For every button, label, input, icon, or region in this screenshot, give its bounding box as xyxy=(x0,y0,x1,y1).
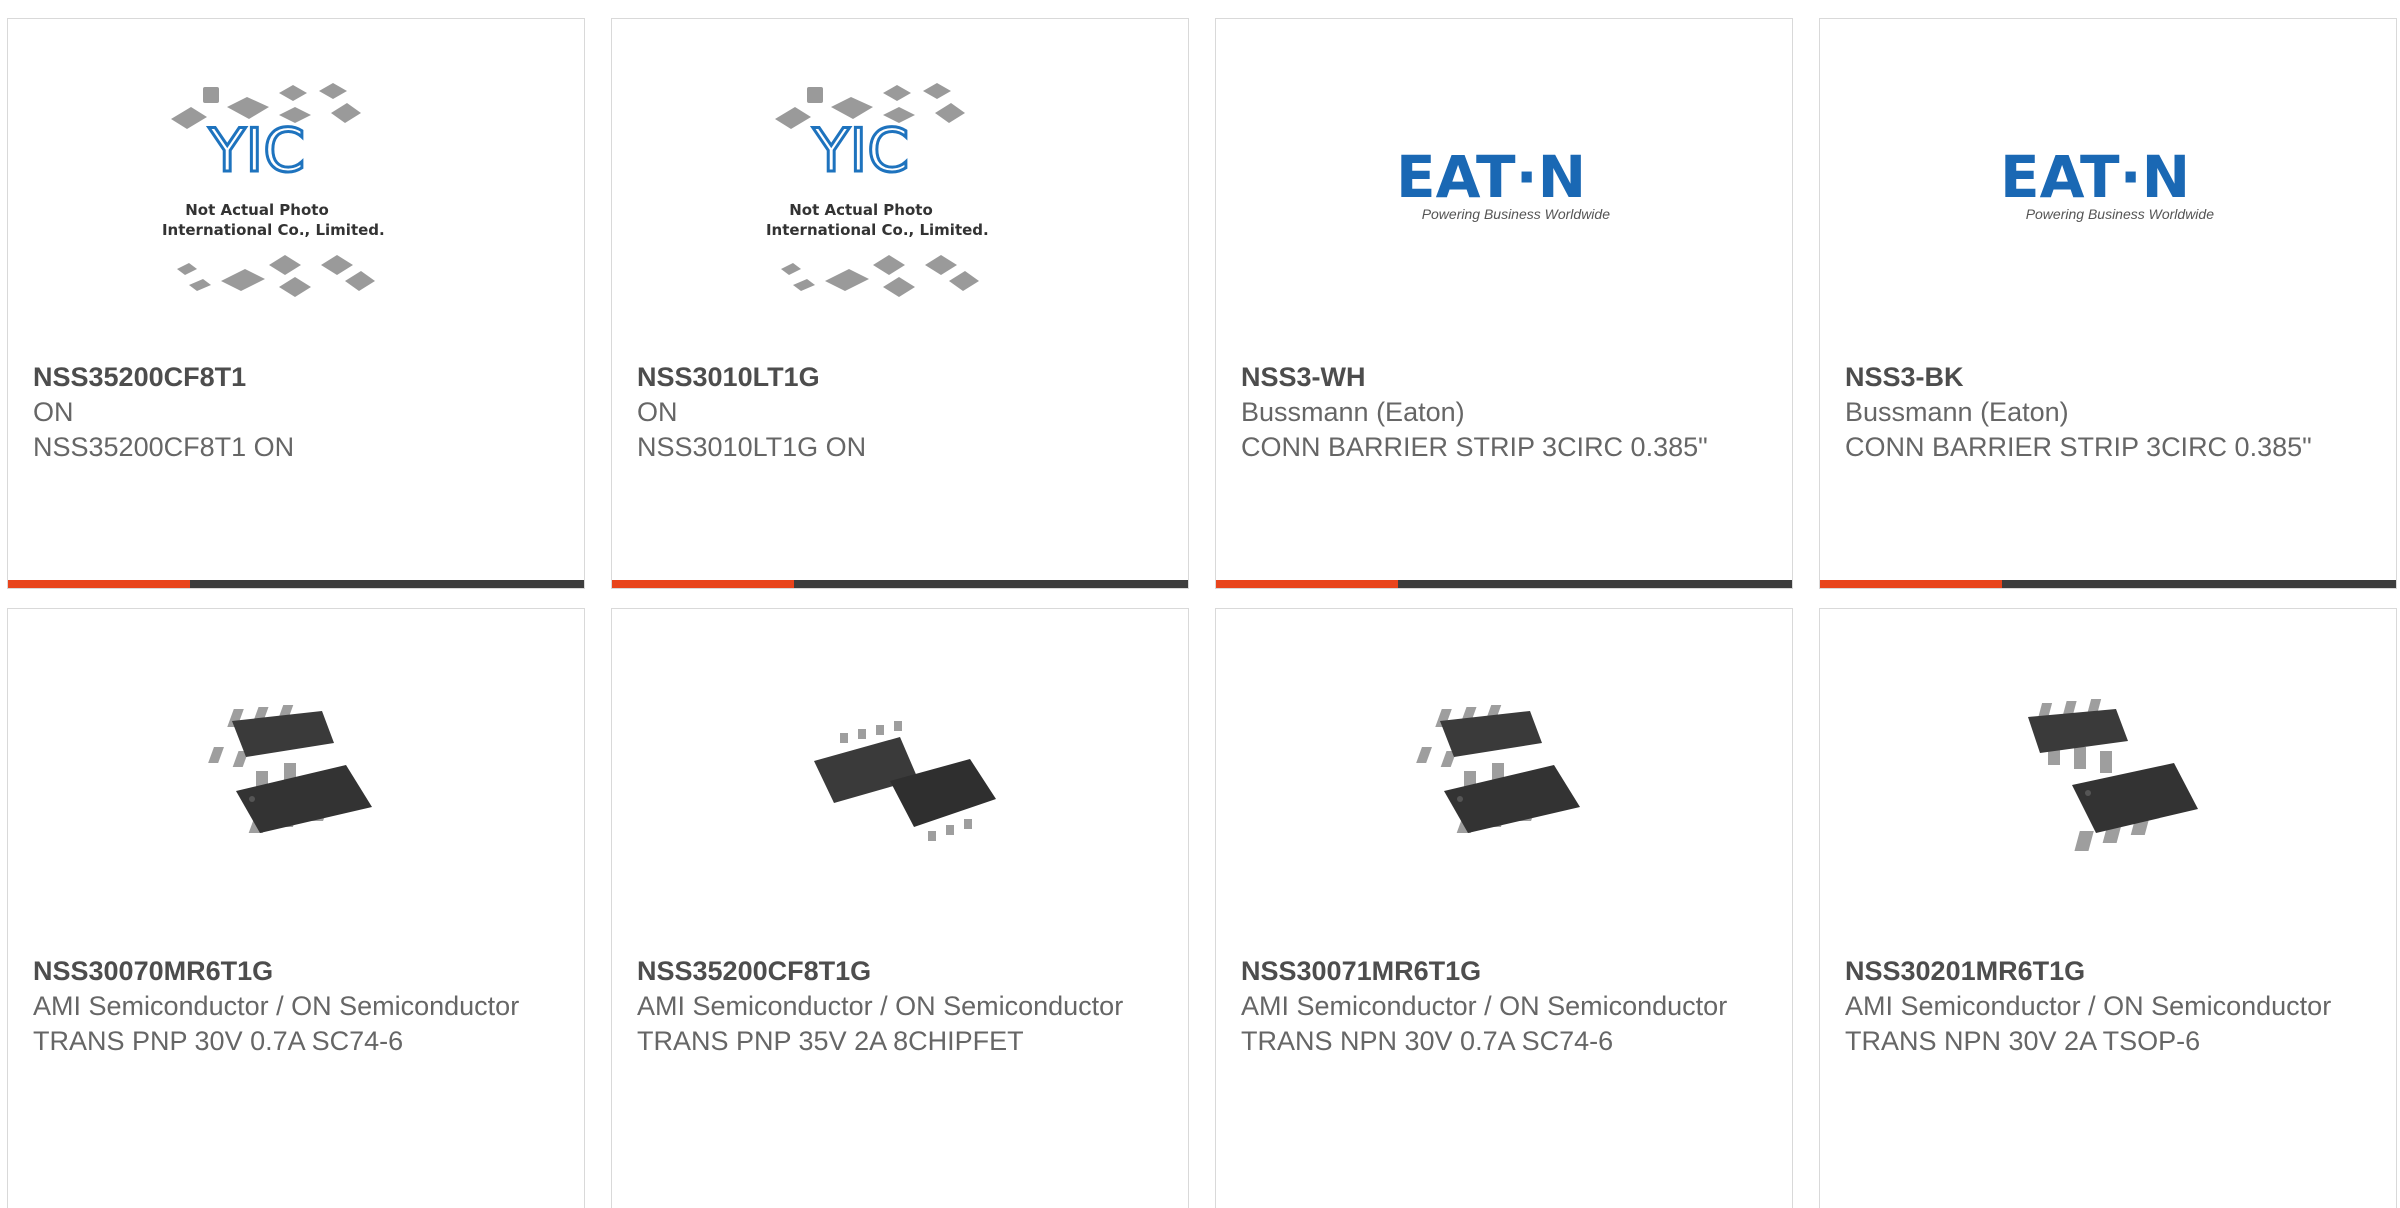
product-name[interactable]: NSS30071MR6T1G xyxy=(1241,953,1752,989)
product-image[interactable]: YIC Not Actual Photo YIC International C… xyxy=(612,19,1188,355)
product-image[interactable] xyxy=(8,609,584,953)
product-description: TRANS NPN 30V 0.7A SC74-6 xyxy=(1241,1026,1614,1056)
yic-caption-line2: YIC International Co., Limited. xyxy=(161,221,385,239)
product-name[interactable]: NSS3-WH xyxy=(1241,359,1752,395)
eaton-logo: EAT·N Powering Business Worldwide xyxy=(1396,147,1611,222)
product-manufacturer: AMI Semiconductor / ON Semiconductor xyxy=(1241,991,1728,1021)
eaton-wordmark: EAT·N xyxy=(2000,147,2190,211)
chip-photo xyxy=(208,705,372,833)
card-accent-bar xyxy=(8,580,190,588)
product-image[interactable] xyxy=(1820,609,2396,953)
product-manufacturer: ON xyxy=(637,397,678,427)
product-description: NSS3010LT1G ON xyxy=(637,432,867,462)
product-card[interactable]: NSS35200CF8T1G AMI Semiconductor / ON Se… xyxy=(611,608,1189,1208)
eaton-tagline: Powering Business Worldwide xyxy=(1422,206,1611,222)
product-grid: YIC Not Actual Photo YIC International C… xyxy=(0,0,2400,1208)
product-name[interactable]: NSS30070MR6T1G xyxy=(33,953,544,989)
product-description: TRANS NPN 30V 2A TSOP-6 xyxy=(1845,1026,2201,1056)
product-manufacturer: ON xyxy=(33,397,74,427)
eaton-tagline: Powering Business Worldwide xyxy=(2026,206,2215,222)
product-name[interactable]: NSS30201MR6T1G xyxy=(1845,953,2356,989)
card-footer-bar xyxy=(612,580,1188,588)
product-card[interactable]: EAT·N Powering Business Worldwide NSS3-B… xyxy=(1819,18,2397,589)
product-card[interactable]: EAT·N Powering Business Worldwide NSS3-W… xyxy=(1215,18,1793,589)
product-name[interactable]: NSS35200CF8T1 xyxy=(33,359,544,395)
card-accent-bar xyxy=(1820,580,2002,588)
yic-caption-line2: YIC International Co., Limited. xyxy=(765,221,989,239)
product-manufacturer: AMI Semiconductor / ON Semiconductor xyxy=(33,991,520,1021)
card-footer-bar xyxy=(1820,580,2396,588)
yic-placeholder-image: YIC Not Actual Photo YIC International C… xyxy=(765,83,989,297)
chip-photo xyxy=(814,721,996,841)
product-description: CONN BARRIER STRIP 3CIRC 0.385" xyxy=(1241,432,1708,462)
card-footer-bar xyxy=(8,580,584,588)
product-image[interactable]: EAT·N Powering Business Worldwide xyxy=(1820,19,2396,355)
product-manufacturer: AMI Semiconductor / ON Semiconductor xyxy=(1845,991,2332,1021)
yic-mark: YIC xyxy=(208,116,305,186)
yic-caption-line1: Not Actual Photo xyxy=(185,201,329,219)
product-card[interactable]: NSS30071MR6T1G AMI Semiconductor / ON Se… xyxy=(1215,608,1793,1208)
card-footer-bar xyxy=(1216,580,1792,588)
yic-caption-line1: Not Actual Photo xyxy=(789,201,933,219)
product-image[interactable]: EAT·N Powering Business Worldwide xyxy=(1216,19,1792,355)
product-image[interactable] xyxy=(612,609,1188,953)
card-accent-bar xyxy=(612,580,794,588)
product-name[interactable]: NSS35200CF8T1G xyxy=(637,953,1148,989)
eaton-wordmark: EAT·N xyxy=(1396,147,1586,211)
yic-placeholder-image: YIC Not Actual Photo YIC International C… xyxy=(161,83,385,297)
product-manufacturer: Bussmann (Eaton) xyxy=(1241,397,1465,427)
product-name[interactable]: NSS3010LT1G xyxy=(637,359,1148,395)
eaton-logo: EAT·N Powering Business Worldwide xyxy=(2000,147,2215,222)
product-description: CONN BARRIER STRIP 3CIRC 0.385" xyxy=(1845,432,2312,462)
chip-photo xyxy=(2028,699,2198,851)
product-card[interactable]: YIC Not Actual Photo YIC International C… xyxy=(7,18,585,589)
product-image[interactable]: YIC Not Actual Photo YIC International C… xyxy=(8,19,584,355)
product-card[interactable]: NSS30070MR6T1G AMI Semiconductor / ON Se… xyxy=(7,608,585,1208)
product-card[interactable]: YIC Not Actual Photo YIC International C… xyxy=(611,18,1189,589)
card-accent-bar xyxy=(1216,580,1398,588)
product-image[interactable] xyxy=(1216,609,1792,953)
product-description: NSS35200CF8T1 ON xyxy=(33,432,295,462)
chip-photo xyxy=(1416,705,1580,833)
yic-mark: YIC xyxy=(812,116,909,186)
product-manufacturer: AMI Semiconductor / ON Semiconductor xyxy=(637,991,1124,1021)
product-name[interactable]: NSS3-BK xyxy=(1845,359,2356,395)
product-card[interactable]: NSS30201MR6T1G AMI Semiconductor / ON Se… xyxy=(1819,608,2397,1208)
product-manufacturer: Bussmann (Eaton) xyxy=(1845,397,2069,427)
product-description: TRANS PNP 30V 0.7A SC74-6 xyxy=(33,1026,404,1056)
product-description: TRANS PNP 35V 2A 8CHIPFET xyxy=(637,1026,1024,1056)
